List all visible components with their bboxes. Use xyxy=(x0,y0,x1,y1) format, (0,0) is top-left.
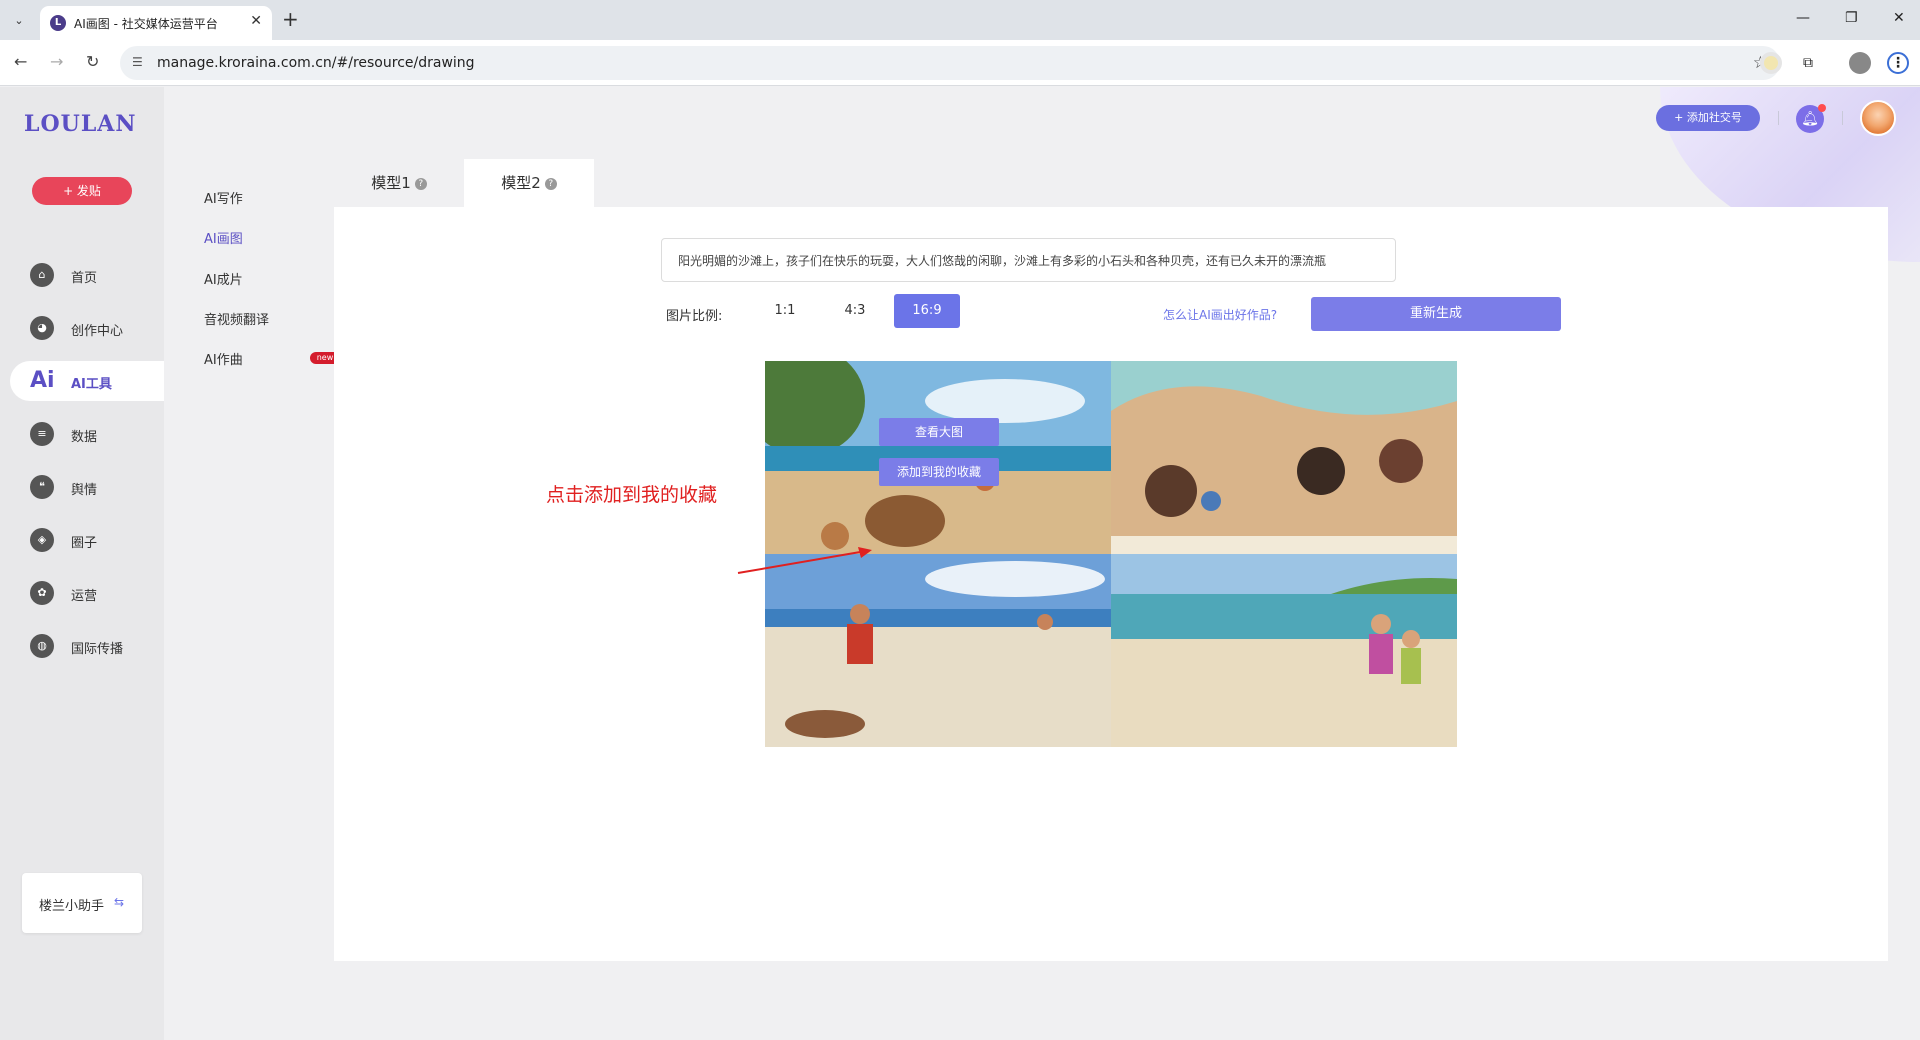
sidebar-item-label: 国际传播 xyxy=(71,642,124,657)
puzzle-icon[interactable]: ⧉ xyxy=(1797,52,1819,74)
close-window-icon[interactable]: ✕ xyxy=(1893,10,1905,26)
subnav-ai-music[interactable]: AI作曲 new xyxy=(204,349,344,368)
new-tab-icon[interactable]: + xyxy=(282,8,299,30)
reload-icon[interactable]: ↻ xyxy=(86,52,99,71)
annotation-arrow-icon xyxy=(737,547,872,574)
tab-label: 模型1 xyxy=(371,174,411,192)
sidebar-item-sentiment[interactable]: ❝ 舆情 xyxy=(10,467,164,507)
sidebar-item-circle[interactable]: ◈ 圈子 xyxy=(10,520,164,560)
ratio-16-9-button[interactable]: 16:9 xyxy=(894,294,960,328)
browser-tab-bar: ⌄ L AI画图 - 社交媒体运营平台 ✕ + — ❐ ✕ xyxy=(0,0,1920,40)
generated-image-1[interactable]: 查看大图 添加到我的收藏 xyxy=(765,361,1111,554)
site-info-icon[interactable]: ☰ xyxy=(132,55,148,71)
beach-image-3 xyxy=(765,554,1111,747)
sidebar-item-home[interactable]: ⌂ 首页 xyxy=(10,255,164,295)
generated-image-2[interactable] xyxy=(1111,361,1457,554)
close-tab-icon[interactable]: ✕ xyxy=(250,13,262,29)
address-bar[interactable]: ☰ manage.kroraina.com.cn/#/resource/draw… xyxy=(120,46,1780,80)
help-icon[interactable]: ? xyxy=(414,177,427,190)
ratio-1-1-button[interactable]: 1:1 xyxy=(752,294,818,328)
main-sidebar: LOULAN + 发贴 ⌂ 首页 ◕ 创作中心 Ai AI工具 ≡ 数据 ❝ 舆… xyxy=(0,87,164,1040)
add-to-favorites-button[interactable]: 添加到我的收藏 xyxy=(879,458,999,486)
ratio-4-3-button[interactable]: 4:3 xyxy=(822,294,888,328)
divider xyxy=(1842,111,1843,125)
notification-dot xyxy=(1818,104,1826,112)
operations-icon: ✿ xyxy=(30,581,54,605)
url-text: manage.kroraina.com.cn/#/resource/drawin… xyxy=(157,55,475,71)
annotation-text: 点击添加到我的收藏 xyxy=(546,484,718,506)
subnav-av-translate[interactable]: 音视频翻译 xyxy=(204,309,269,328)
quote-icon: ❝ xyxy=(30,475,54,499)
sidebar-item-label: 数据 xyxy=(71,430,98,445)
sidebar-item-label: AI工具 xyxy=(71,377,112,392)
drawing-panel: 阳光明媚的沙滩上，孩子们在快乐的玩耍，大人们悠哉的闲聊，沙滩上有多彩的小石头和各… xyxy=(334,207,1888,961)
beach-image-2 xyxy=(1111,361,1457,554)
site-favicon-icon: L xyxy=(50,15,66,31)
sidebar-item-label: 圈子 xyxy=(71,536,98,551)
generated-image-4[interactable] xyxy=(1111,554,1457,747)
assistant-button[interactable]: 楼兰小助手 ⇆ xyxy=(22,873,142,933)
ai-icon: Ai xyxy=(30,368,55,393)
divider xyxy=(1778,111,1779,125)
sidebar-item-creation[interactable]: ◕ 创作中心 xyxy=(10,308,164,348)
ai-tools-subnav: AI写作 AI画图 AI成片 音视频翻译 AI作曲 new xyxy=(164,87,340,1040)
sidebar-item-label: 创作中心 xyxy=(71,324,124,339)
generated-image-3[interactable] xyxy=(765,554,1111,747)
beach-image-4 xyxy=(1111,554,1457,747)
back-icon[interactable]: ← xyxy=(14,52,27,71)
subnav-ai-drawing[interactable]: AI画图 xyxy=(204,228,243,247)
palette-icon: ◕ xyxy=(30,316,54,340)
post-button[interactable]: + 发贴 xyxy=(32,177,132,205)
compass-icon: ◈ xyxy=(30,528,54,552)
add-social-account-button[interactable]: + 添加社交号 xyxy=(1656,105,1760,131)
logo[interactable]: LOULAN xyxy=(24,111,136,137)
sidebar-item-ai-tools[interactable]: Ai AI工具 xyxy=(10,361,164,401)
tab-label: 模型2 xyxy=(501,174,541,192)
database-icon: ≡ xyxy=(30,422,54,446)
browser-toolbar: ← → ↻ ☰ manage.kroraina.com.cn/#/resourc… xyxy=(0,40,1920,86)
subnav-ai-writing[interactable]: AI写作 xyxy=(204,188,243,207)
minimize-icon[interactable]: — xyxy=(1796,10,1810,26)
assistant-label: 楼兰小助手 xyxy=(39,899,105,914)
avatar[interactable] xyxy=(1860,100,1896,136)
tips-link[interactable]: 怎么让AI画出好作品? xyxy=(1163,306,1277,323)
restore-icon[interactable]: ❐ xyxy=(1845,10,1858,26)
sidebar-item-international[interactable]: ◍ 国际传播 xyxy=(10,626,164,666)
forward-icon[interactable]: → xyxy=(50,52,63,71)
more-menu-icon[interactable]: ⋮ xyxy=(1887,52,1909,74)
sidebar-item-label: 舆情 xyxy=(71,483,98,498)
sidebar-item-label: 运营 xyxy=(71,589,98,604)
view-large-button[interactable]: 查看大图 xyxy=(879,418,999,446)
sidebar-item-operations[interactable]: ✿ 运营 xyxy=(10,573,164,613)
tab-title: AI画图 - 社交媒体运营平台 xyxy=(74,17,218,31)
help-icon[interactable]: ? xyxy=(544,177,557,190)
profile-icon[interactable] xyxy=(1849,52,1871,74)
regenerate-button[interactable]: 重新生成 xyxy=(1311,297,1561,331)
tab-model-1[interactable]: 模型1? xyxy=(334,159,464,207)
app-root: LOULAN + 发贴 ⌂ 首页 ◕ 创作中心 Ai AI工具 ≡ 数据 ❝ 舆… xyxy=(0,87,1920,1040)
sidebar-item-data[interactable]: ≡ 数据 xyxy=(10,414,164,454)
switch-icon: ⇆ xyxy=(114,895,125,909)
subnav-label: AI作曲 xyxy=(204,353,243,368)
browser-tab[interactable]: L AI画图 - 社交媒体运营平台 ✕ xyxy=(40,6,272,40)
subnav-ai-video[interactable]: AI成片 xyxy=(204,269,243,288)
tab-search-icon[interactable]: ⌄ xyxy=(8,9,30,31)
extension-icon[interactable] xyxy=(1760,52,1782,74)
ratio-label: 图片比例: xyxy=(666,309,723,324)
prompt-textarea[interactable]: 阳光明媚的沙滩上，孩子们在快乐的玩耍，大人们悠哉的闲聊，沙滩上有多彩的小石头和各… xyxy=(661,238,1396,282)
sidebar-item-label: 首页 xyxy=(71,271,98,286)
tab-model-2[interactable]: 模型2? xyxy=(464,159,594,207)
globe-icon: ◍ xyxy=(30,634,54,658)
home-icon: ⌂ xyxy=(30,263,54,287)
